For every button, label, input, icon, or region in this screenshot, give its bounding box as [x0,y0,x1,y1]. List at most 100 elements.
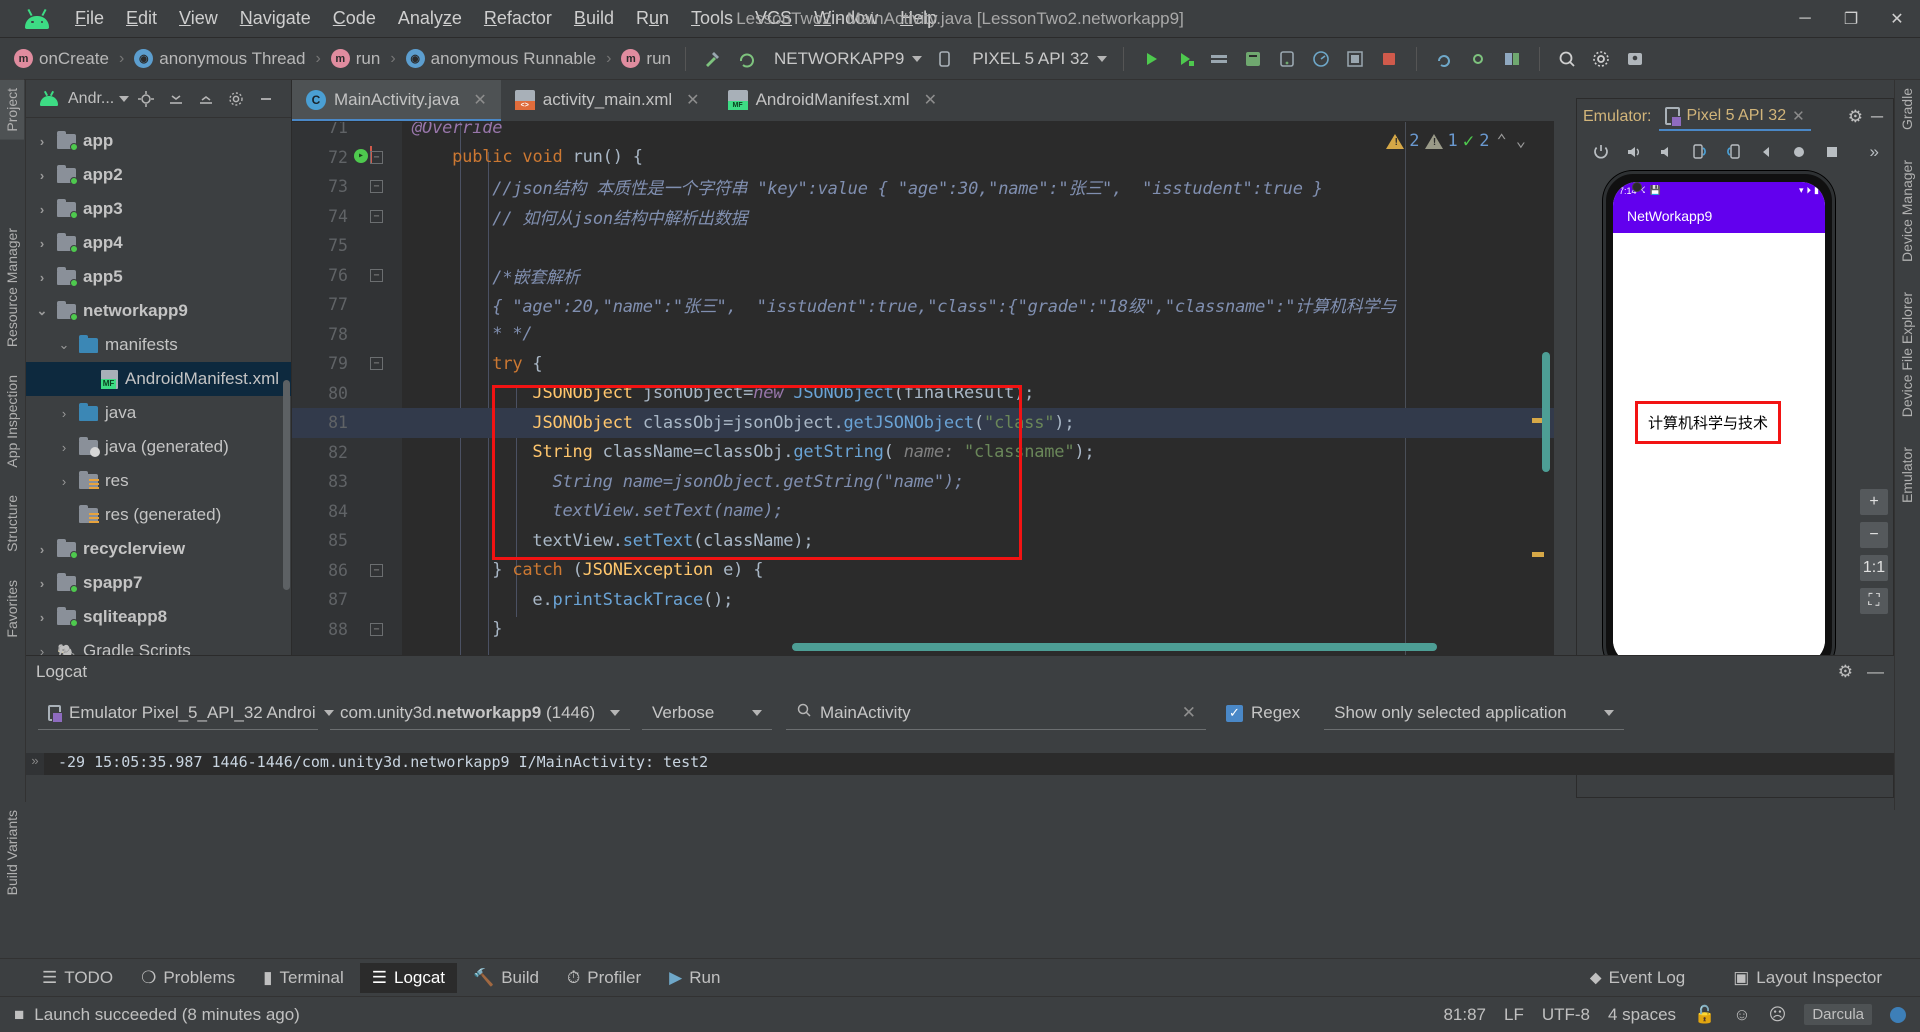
breadcrumb-item-run-2[interactable]: m run [617,47,675,71]
stop-button-icon[interactable] [1374,45,1404,73]
code-line[interactable]: 83 String name=jsonObject.getString("nam… [292,467,1554,497]
clear-search-icon[interactable]: ✕ [1182,703,1196,723]
build-hammer-icon[interactable] [698,45,728,73]
layout-inspector-button[interactable]: ▣ Layout Inspector [1721,963,1894,993]
bottom-tab-logcat[interactable]: ☰ Logcat [360,963,457,993]
hide-icon[interactable] [253,86,279,112]
tool-window-resource-manager[interactable]: Resource Manager [0,220,24,355]
vcs-history-icon[interactable] [1497,45,1527,73]
breadcrumb-item-anonymous-thread[interactable]: ◉ anonymous Thread [130,47,309,71]
close-icon[interactable]: ✕ [1792,107,1805,125]
chevron-right-icon[interactable]: › [34,576,50,591]
chevron-right-icon[interactable]: › [34,202,50,217]
editor-vertical-scrollbar[interactable] [1542,352,1550,472]
code-line[interactable]: 85 textView.setText(className); [292,526,1554,556]
rotate-left-icon[interactable] [1690,143,1710,161]
tree-node-app3[interactable]: ›app3 [26,192,291,226]
caret-position[interactable]: 81:87 [1443,1005,1486,1025]
user-account-icon[interactable] [1620,45,1650,73]
locate-icon[interactable] [133,86,159,112]
menu-run[interactable]: Run [625,4,680,33]
line-separator[interactable]: LF [1504,1005,1524,1025]
device-manager-icon[interactable] [1272,45,1302,73]
tree-node-gradle-scripts[interactable]: ›🐘Gradle Scripts [26,634,291,655]
code-fold-icon[interactable]: − [370,269,383,282]
zoom-out-button[interactable]: − [1860,522,1888,548]
sdk-manager-icon[interactable] [1238,45,1268,73]
code-line[interactable]: 74− // 如何从json结构中解析出数据 [292,202,1554,232]
tree-node-app[interactable]: ›app [26,124,291,158]
chevron-right-icon[interactable]: › [34,270,50,285]
tree-node-spapp7[interactable]: ›spapp7 [26,566,291,600]
encoding[interactable]: UTF-8 [1542,1005,1590,1025]
bottom-tab-run[interactable]: ▶ Run [657,963,732,993]
menu-file[interactable]: File [64,4,115,33]
menu-refactor[interactable]: Refactor [473,4,563,33]
code-line[interactable]: 87 e.printStackTrace(); [292,585,1554,615]
code-fold-icon[interactable]: − [370,210,383,223]
code-line[interactable]: 72▸− public void run() { [292,143,1554,173]
chevron-down-icon[interactable]: ⌄ [34,303,50,319]
close-icon[interactable]: ✕ [924,90,937,110]
chevron-right-icon[interactable]: › [56,406,72,421]
chevron-right-icon[interactable]: › [34,134,50,149]
emulator-device-frame[interactable]: 7:14 ☇ 💾 ▾ ⏵ ▮ NetWorkapp9 计算机科学与技术 [1603,171,1835,675]
close-icon[interactable]: ✕ [686,90,699,110]
next-problem-icon[interactable]: ⌄ [1514,131,1528,151]
tool-window-emulator[interactable]: Emulator [1895,439,1919,511]
code-line[interactable]: 80 JSONObject jsonObject=new JSONObject(… [292,379,1554,409]
sync-project-icon[interactable] [732,45,762,73]
editor-tab-activity-main-xml[interactable]: <> activity_main.xml ✕ [501,80,714,121]
power-icon[interactable] [1591,143,1611,161]
logcat-regex-checkbox[interactable]: ✓ Regex [1216,696,1310,730]
bottom-tab-build[interactable]: 🔨 Build [461,963,551,993]
gear-icon[interactable] [1586,45,1616,73]
code-editor[interactable]: 71@Override72▸− public void run() {73− /… [292,122,1554,655]
emulator-device-tab[interactable]: Pixel 5 API 32 ✕ [1659,103,1810,131]
tree-node-app4[interactable]: ›app4 [26,226,291,260]
editor-tab-android-manifest[interactable]: MF AndroidManifest.xml ✕ [714,80,951,121]
code-line[interactable]: 82 String className=classObj.getString( … [292,438,1554,468]
rotate-right-icon[interactable] [1723,143,1743,161]
code-line[interactable]: 88− } [292,615,1554,645]
logcat-process-selector[interactable]: com.unity3d.networkapp9 (1446) [330,696,630,730]
hide-icon[interactable]: — [1867,662,1884,682]
zoom-in-button[interactable]: + [1860,489,1888,515]
tree-node-java[interactable]: ›java [26,396,291,430]
breadcrumb-item-oncreate[interactable]: m onCreate [10,47,113,71]
volume-up-icon[interactable] [1624,143,1644,161]
collapse-all-icon[interactable] [193,86,219,112]
menu-view[interactable]: View [168,4,229,33]
run-button-icon[interactable] [1136,45,1166,73]
chevron-right-icon[interactable]: › [34,542,50,557]
chevron-right-icon[interactable]: › [34,236,50,251]
close-icon[interactable]: ✕ [473,90,486,110]
app-content-area[interactable]: 计算机科学与技术 [1613,233,1825,664]
vcs-commit-icon[interactable] [1463,45,1493,73]
tree-node-sqliteapp8[interactable]: ›sqliteapp8 [26,600,291,634]
tool-window-app-inspection[interactable]: App Inspection [0,367,24,476]
event-log-button[interactable]: ⬥ Event Log [1578,963,1697,993]
bottom-tab-todo[interactable]: ☰ TODO [30,963,125,993]
tree-node-app5[interactable]: ›app5 [26,260,291,294]
back-icon[interactable] [1756,144,1776,160]
code-fold-icon[interactable]: − [370,564,383,577]
zoom-fit-button[interactable]: ⛶ [1860,588,1888,614]
chevron-right-icon[interactable]: › [34,644,50,656]
code-fold-icon[interactable]: − [370,357,383,370]
project-view-selector[interactable]: Andr... [68,90,129,108]
menu-analyze[interactable]: Analyze [387,4,473,33]
vcs-update-icon[interactable] [1429,45,1459,73]
code-line[interactable]: 71@Override [292,122,1554,143]
chevron-right-icon[interactable]: › [56,474,72,489]
tree-node-recyclerview[interactable]: ›recyclerview [26,532,291,566]
bottom-tab-terminal[interactable]: ▮ Terminal [251,963,356,993]
zoom-actual-button[interactable]: 1:1 [1860,555,1888,581]
logcat-device-selector[interactable]: Emulator Pixel_5_API_32 Androi [38,696,318,730]
volume-down-icon[interactable] [1657,143,1677,161]
logcat-search-input[interactable]: MainActivity ✕ [786,696,1206,730]
happy-face-icon[interactable]: ☺ [1733,1005,1750,1025]
sad-face-icon[interactable]: ☹ [1769,1005,1787,1025]
code-line[interactable]: 86− } catch (JSONException e) { [292,556,1554,586]
breadcrumb-item-run-1[interactable]: m run [327,47,385,71]
